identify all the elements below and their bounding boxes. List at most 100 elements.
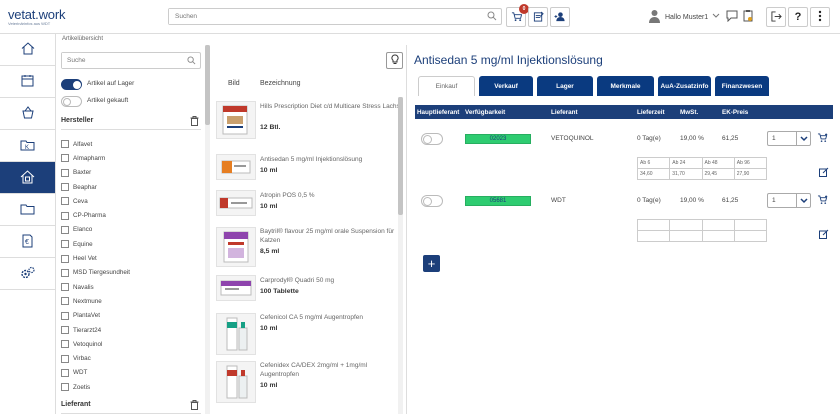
checkbox[interactable] — [61, 240, 69, 249]
checkbox[interactable] — [61, 383, 69, 392]
tab-einkauf[interactable]: Einkauf — [418, 76, 475, 96]
global-search-input[interactable] — [169, 9, 469, 24]
sidebar-item-customers[interactable]: K — [0, 130, 55, 162]
toggle-in-stock[interactable] — [61, 79, 82, 90]
sidebar-item-calendar[interactable] — [0, 66, 55, 98]
trash-icon[interactable] — [190, 400, 199, 412]
supplier-title: Lieferant — [61, 401, 91, 408]
manufacturer-item[interactable]: Zoetis — [61, 380, 201, 394]
main-supplier-toggle[interactable] — [421, 195, 443, 207]
filter-search-input[interactable] — [62, 53, 182, 68]
add-supplier-button[interactable]: + — [423, 255, 440, 272]
list-edit-icon — [533, 11, 544, 24]
order-list-button[interactable] — [528, 7, 548, 27]
tab-aua-zusatzinfo[interactable]: AuA-Zusatzinfo — [658, 76, 711, 96]
tab-lager[interactable]: Lager — [537, 76, 593, 96]
global-search[interactable] — [168, 8, 502, 25]
checkbox[interactable] — [61, 225, 69, 234]
logo[interactable]: vetat.work Veterinärinfos aus WDT — [8, 7, 65, 26]
checkbox[interactable] — [61, 297, 69, 306]
manufacturer-item[interactable]: Nextmune — [61, 294, 201, 308]
tier-label — [733, 219, 768, 231]
filter-search[interactable] — [61, 52, 201, 69]
column-header-image: Bild — [228, 80, 240, 87]
manufacturer-item[interactable]: Elanco — [61, 223, 201, 237]
quantity-value: 1 — [772, 197, 776, 204]
manufacturer-item[interactable]: Equine — [61, 237, 201, 251]
checkbox[interactable] — [61, 326, 69, 334]
sidebar-item-home[interactable] — [0, 34, 55, 66]
clipboard-icon[interactable] — [743, 9, 753, 24]
manufacturer-item[interactable]: Tierarzt24 — [61, 323, 201, 337]
manufacturer-item[interactable]: Navalis — [61, 280, 201, 294]
checkbox[interactable] — [61, 183, 69, 192]
search-icon[interactable] — [487, 11, 497, 23]
checkbox[interactable] — [61, 140, 69, 149]
user-menu[interactable]: Hallo Muster1 — [648, 9, 720, 25]
product-scrollbar[interactable] — [398, 97, 403, 414]
quantity-select[interactable]: 1 — [767, 131, 811, 146]
product-qty: 8,5 ml — [260, 248, 280, 255]
toggle-bought[interactable] — [61, 96, 82, 107]
checkbox[interactable] — [61, 340, 69, 349]
manufacturer-item[interactable]: Baxter — [61, 166, 201, 180]
manufacturer-item[interactable]: Ceva — [61, 194, 201, 208]
chevron-down-icon[interactable] — [796, 194, 810, 207]
add-user-button[interactable] — [550, 7, 570, 27]
lead-time: 0 Tag(e) — [637, 197, 661, 204]
lightbulb-button[interactable] — [386, 52, 403, 69]
manufacturer-item[interactable]: Virbac — [61, 351, 201, 365]
manufacturer-item[interactable]: MSD Tiergesundheit — [61, 266, 201, 280]
price-tier-grid: Ab 6 Ab 24 Ab 48 Ab 96 34,60 31,70 29,45… — [636, 157, 768, 180]
checkbox[interactable] — [61, 154, 69, 163]
manufacturer-item[interactable]: Heel Vet — [61, 251, 201, 265]
logout-button[interactable] — [766, 7, 786, 27]
tab-finanzwesen[interactable]: Finanzwesen — [715, 76, 769, 96]
manufacturer-item[interactable]: CP-Pharma — [61, 208, 201, 222]
checkbox[interactable] — [61, 254, 69, 263]
checkbox[interactable] — [61, 168, 69, 177]
trash-icon[interactable] — [190, 116, 199, 128]
menu-button[interactable] — [810, 7, 830, 27]
checkbox[interactable] — [61, 197, 69, 206]
chevron-down-icon[interactable] — [796, 132, 810, 145]
checkbox[interactable] — [61, 354, 69, 363]
sidebar-item-settings[interactable] — [0, 258, 55, 290]
col-vat: MwSt. — [680, 109, 699, 116]
manufacturer-item[interactable]: PlantaVet — [61, 309, 201, 323]
edit-button[interactable] — [819, 229, 829, 239]
cart-button[interactable]: 0 — [506, 4, 529, 27]
help-button[interactable]: ? — [788, 7, 808, 27]
add-to-cart-button[interactable] — [815, 194, 829, 207]
sidebar-item-articles[interactable] — [0, 162, 55, 194]
tab-verkauf[interactable]: Verkauf — [479, 76, 533, 96]
checkbox[interactable] — [61, 311, 69, 320]
search-icon[interactable] — [187, 56, 196, 67]
manufacturer-item[interactable]: Alfavet — [61, 137, 201, 151]
edit-button[interactable] — [819, 167, 829, 177]
checkbox[interactable] — [61, 368, 69, 377]
product-image — [216, 190, 256, 216]
checkbox[interactable] — [61, 283, 69, 292]
tier-label: Ab 48 — [701, 157, 735, 169]
product-name: Carprodyl® Quadri 50 mg — [260, 277, 335, 284]
manufacturer-item[interactable]: Almapharm — [61, 151, 201, 165]
tab-merkmale[interactable]: Merkmale — [597, 76, 654, 96]
chat-icon[interactable] — [726, 10, 738, 24]
sidebar-nav: K € — [0, 34, 56, 414]
breadcrumb: Artikelübersicht — [62, 36, 104, 42]
checkbox[interactable] — [61, 211, 69, 220]
manufacturer-item[interactable]: WDT — [61, 366, 201, 380]
quantity-select[interactable]: 1 — [767, 193, 811, 208]
brand-name: vetat.work — [8, 7, 66, 22]
main-supplier-toggle[interactable] — [421, 133, 443, 145]
manufacturer-item[interactable]: Vetoquinol — [61, 337, 201, 351]
product-image — [216, 313, 256, 355]
tier-label — [669, 219, 703, 231]
manufacturer-item[interactable]: Beaphar — [61, 180, 201, 194]
add-to-cart-button[interactable] — [815, 132, 829, 145]
checkbox[interactable] — [61, 268, 69, 277]
sidebar-item-shop[interactable] — [0, 98, 55, 130]
sidebar-item-finance[interactable]: € — [0, 226, 55, 258]
sidebar-item-documents[interactable] — [0, 194, 55, 226]
